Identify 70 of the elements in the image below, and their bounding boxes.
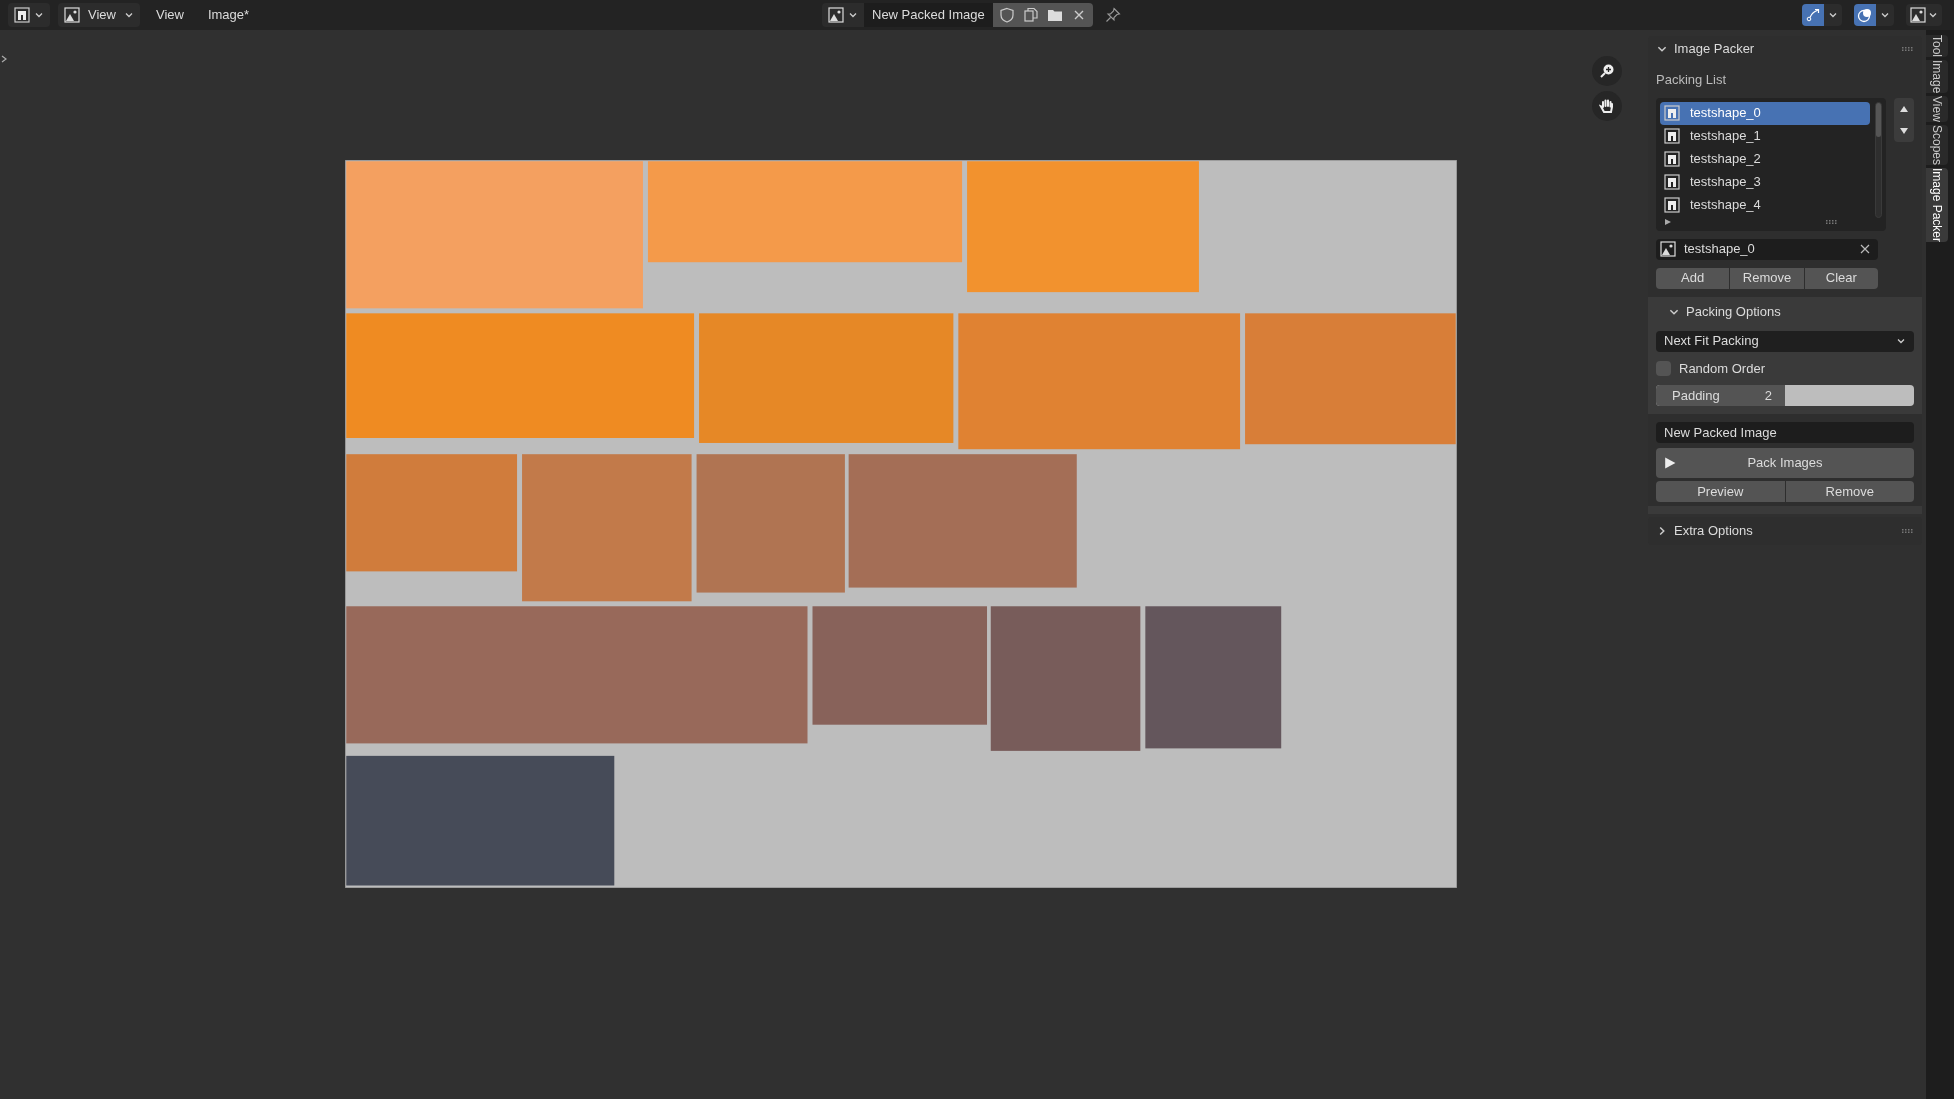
view-mode-dropdown[interactable]: View: [58, 3, 140, 27]
hand-icon[interactable]: [1592, 91, 1622, 121]
list-item[interactable]: testshape_4: [1660, 193, 1870, 217]
texture-icon: [1664, 197, 1680, 213]
image-icon: [828, 7, 844, 23]
caret-icon: [1880, 10, 1890, 20]
duplicate-icon[interactable]: [1022, 7, 1039, 23]
list-item[interactable]: testshape_1: [1660, 124, 1870, 148]
active-image-field[interactable]: testshape_0: [1656, 238, 1878, 260]
shield-icon[interactable]: [998, 7, 1015, 23]
expand-arrow-icon[interactable]: [1664, 217, 1672, 226]
list-action-button[interactable]: Remove: [1730, 267, 1804, 289]
texture-icon: [1664, 174, 1680, 190]
caret-icon: [1896, 336, 1906, 346]
close-icon[interactable]: [1860, 244, 1870, 254]
list-item[interactable]: testshape_0: [1660, 101, 1870, 125]
image-icon: [1910, 7, 1926, 23]
menu-item[interactable]: View: [147, 3, 192, 27]
image-browse-button[interactable]: [822, 3, 864, 27]
output-name-field[interactable]: New Packed Image: [1656, 422, 1914, 443]
drag-handle-icon[interactable]: [1902, 47, 1914, 51]
caret-icon: [123, 10, 134, 20]
zoom-icon[interactable]: [1592, 56, 1622, 86]
list-action-button[interactable]: Clear: [1804, 267, 1878, 289]
list-item[interactable]: testshape_2: [1660, 147, 1870, 171]
side-tab[interactable]: Tool: [1926, 35, 1948, 57]
panel-header[interactable]: Image Packer: [1656, 39, 1755, 59]
side-tab[interactable]: View: [1926, 96, 1948, 123]
gizmo-toggle[interactable]: [1802, 4, 1824, 26]
list-item[interactable]: testshape_3: [1660, 170, 1870, 194]
image-name-field[interactable]: New Packed Image: [864, 3, 993, 27]
drag-handle-icon[interactable]: [1826, 219, 1838, 224]
texture-icon: [1664, 105, 1680, 121]
slider-label: Padding: [1672, 386, 1720, 405]
texture-icon: [1664, 151, 1680, 167]
caret-icon: [1828, 10, 1838, 20]
pack-images-button[interactable]: Pack Images: [1656, 448, 1914, 478]
display-channels-button[interactable]: [1906, 4, 1942, 26]
checkbox[interactable]: [1656, 360, 1671, 376]
checkbox-label: Random Order: [1679, 359, 1765, 378]
image-icon: [64, 7, 80, 23]
panel-header[interactable]: Extra Options: [1656, 521, 1753, 541]
slider-value: 2: [1764, 386, 1772, 405]
texture-icon: [1664, 128, 1680, 144]
side-tab[interactable]: Image: [1926, 60, 1948, 94]
action-button[interactable]: Preview: [1656, 481, 1785, 502]
curve-arrow-icon: [1805, 7, 1821, 23]
texture-icon: [14, 7, 30, 23]
image-icon: [1660, 241, 1676, 257]
subpanel-header[interactable]: Packing Options: [1668, 301, 1781, 322]
menu-item[interactable]: Image*: [199, 3, 258, 27]
padding-slider[interactable]: Padding 2: [1656, 385, 1914, 406]
packing-method-dropdown[interactable]: Next Fit Packing: [1656, 330, 1914, 352]
caret-icon: [1928, 10, 1938, 20]
down-arrow-icon[interactable]: [1899, 125, 1909, 136]
scrollbar[interactable]: [1875, 101, 1882, 218]
caret-icon: [34, 10, 44, 20]
folder-icon[interactable]: [1046, 7, 1063, 23]
play-icon: [1664, 457, 1676, 469]
section-label: Packing List: [1648, 62, 1922, 98]
caret-icon: [848, 10, 858, 20]
side-tab[interactable]: Scopes: [1926, 125, 1948, 166]
drag-handle-icon[interactable]: [1902, 529, 1914, 533]
side-tab[interactable]: Image Packer: [1926, 168, 1948, 243]
action-button[interactable]: Remove: [1785, 481, 1914, 502]
pin-icon[interactable]: [1104, 7, 1121, 23]
overlapping-circles-icon: [1857, 7, 1873, 23]
overlay-toggle[interactable]: [1854, 4, 1876, 26]
editor-type-button[interactable]: [8, 3, 50, 27]
list-action-button[interactable]: Add: [1656, 267, 1730, 289]
